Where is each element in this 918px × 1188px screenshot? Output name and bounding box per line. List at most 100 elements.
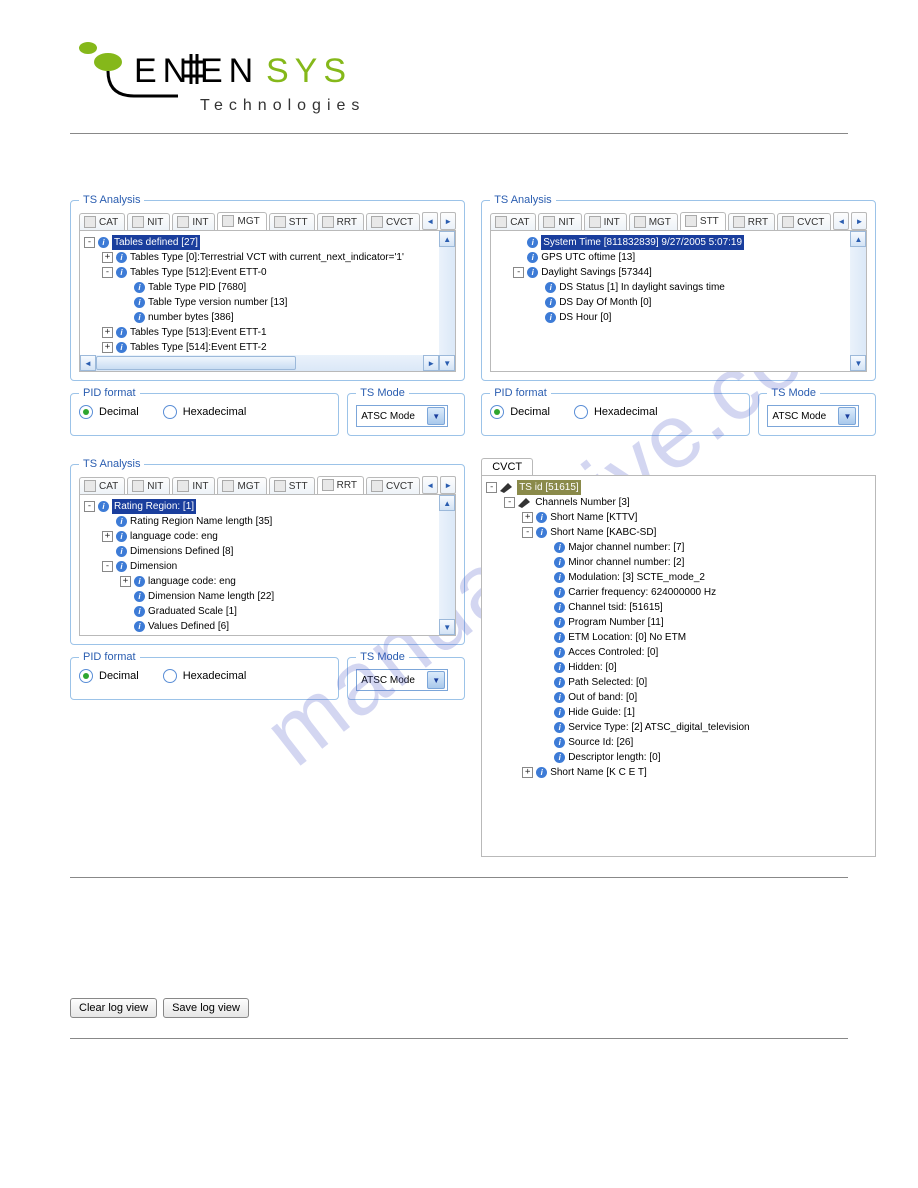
ts-mode-select[interactable]: ATSC Mode ▼ [767,405,859,427]
tree-node[interactable]: Tables Type [512]:Event ETT-0 [130,265,267,280]
scroll-left-icon[interactable]: ◄ [80,355,96,371]
scroll-up-icon[interactable]: ▲ [850,231,866,247]
tab-rrt[interactable]: RRT [317,476,364,494]
tabs-scroll-right[interactable]: ► [440,212,456,230]
vertical-scrollbar[interactable]: ▲ ▼ [850,231,866,371]
tab-mgt[interactable]: MGT [217,477,266,494]
tree-node[interactable]: Tables Type [514]:Event ETT-2 [130,340,267,355]
tab-rrt[interactable]: RRT [728,213,775,230]
tree-node[interactable]: TS id [51615] [517,480,580,495]
tree-node[interactable]: Table Type version number [13] [148,295,287,310]
tree-node[interactable]: Tables defined [27] [112,235,200,250]
tree-node[interactable]: System Time [811832839] 9/27/2005 5:07:1… [541,235,744,250]
tab-int[interactable]: INT [172,477,215,494]
collapse-icon[interactable]: - [84,501,95,512]
tab-mgt[interactable]: MGT [629,213,678,230]
tabs-scroll-left[interactable]: ◄ [422,212,438,230]
tree-node[interactable]: Short Name [KABC-SD] [550,525,656,540]
scroll-thumb[interactable] [96,356,296,370]
collapse-icon[interactable]: - [102,267,113,278]
tree-node[interactable]: Dimensions Defined [8] [130,544,233,559]
tree-node[interactable]: DS Day Of Month [0] [559,295,651,310]
scroll-right-icon[interactable]: ► [423,355,439,371]
tree-node[interactable]: Modulation: [3] SCTE_mode_2 [568,570,705,585]
tree-node[interactable]: Values Defined [6] [148,619,229,634]
tree-node[interactable]: Path Selected: [0] [568,675,647,690]
tab-rrt[interactable]: RRT [317,213,364,230]
tree-node[interactable]: DS Status [1] In daylight savings time [559,280,725,295]
scroll-up-icon[interactable]: ▲ [439,495,455,511]
tab-cvct[interactable]: CVCT [366,213,420,230]
tab-nit[interactable]: NIT [127,213,170,230]
tree-node[interactable]: language code: eng [130,529,218,544]
expand-icon[interactable]: + [102,531,113,542]
expand-icon[interactable]: + [102,252,113,263]
tree-node[interactable]: GPS UTC oftime [13] [541,250,635,265]
collapse-icon[interactable]: - [513,267,524,278]
tree-node[interactable]: Carrier frequency: 624000000 Hz [568,585,716,600]
tree-node[interactable]: Tables Type [513]:Event ETT-1 [130,325,267,340]
tab-cvct[interactable]: CVCT [366,477,420,494]
expand-icon[interactable]: + [120,576,131,587]
tree-node[interactable]: Channels Number [3] [535,495,630,510]
tree-node[interactable]: DS Hour [0] [559,310,611,325]
vertical-scrollbar[interactable]: ▲ ▼ [439,231,455,371]
expand-icon[interactable]: + [102,342,113,353]
tree-node[interactable]: Program Number [11] [568,615,663,630]
tree-node[interactable]: Rating Region: [1] [112,499,196,514]
tab-cat[interactable]: CAT [490,213,536,230]
collapse-icon[interactable]: - [84,237,95,248]
tab-cvct[interactable]: CVCT [481,458,533,475]
tab-cat[interactable]: CAT [79,477,125,494]
horizontal-scrollbar[interactable]: ◄ ► [80,355,439,371]
tree-node[interactable]: Short Name [K C E T] [550,765,647,780]
tab-cvct[interactable]: CVCT [777,213,831,230]
tree-node[interactable]: number bytes [386] [148,310,234,325]
clear-log-button[interactable]: Clear log view [70,998,157,1018]
expand-icon[interactable]: + [522,767,533,778]
collapse-icon[interactable]: - [504,497,515,508]
collapse-icon[interactable]: - [486,482,497,493]
vertical-scrollbar[interactable]: ▲ ▼ [439,495,455,635]
tree-node[interactable]: Table Type PID [7680] [148,280,246,295]
tab-mgt[interactable]: MGT [217,212,266,230]
tree-node[interactable]: Dimension [130,559,177,574]
radio-hexadecimal[interactable] [163,669,177,683]
scroll-up-icon[interactable]: ▲ [439,231,455,247]
tree-node[interactable]: Acces Controled: [0] [568,645,658,660]
collapse-icon[interactable]: - [102,561,113,572]
tree-node[interactable]: Source Id: [26] [568,735,633,750]
expand-icon[interactable]: + [102,327,113,338]
tree-node[interactable]: Hidden: [0] [568,660,616,675]
tab-nit[interactable]: NIT [538,213,581,230]
tab-cat[interactable]: CAT [79,213,125,230]
tree-node[interactable]: Graduated Scale [1] [148,604,237,619]
tree-node[interactable]: Rating Region Name length [35] [130,514,272,529]
save-log-button[interactable]: Save log view [163,998,249,1018]
ts-mode-select[interactable]: ATSC Mode ▼ [356,669,448,691]
tab-stt[interactable]: STT [269,477,315,494]
tree-node[interactable]: Channel tsid: [51615] [568,600,663,615]
tabs-scroll-left[interactable]: ◄ [422,476,438,494]
tabs-scroll-left[interactable]: ◄ [833,212,849,230]
tab-stt[interactable]: STT [269,213,315,230]
tabs-scroll-right[interactable]: ► [440,476,456,494]
tree-node[interactable]: Hide Guide: [1] [568,705,635,720]
scroll-down-icon[interactable]: ▼ [439,355,455,371]
tree-node[interactable]: language code: eng [148,574,236,589]
tree-node[interactable]: Service Type: [2] ATSC_digital_televisio… [568,720,749,735]
tree-node[interactable]: Dimension Name length [22] [148,589,274,604]
radio-decimal[interactable] [490,405,504,419]
collapse-icon[interactable]: - [522,527,533,538]
tree-node[interactable]: Out of band: [0] [568,690,637,705]
radio-hexadecimal[interactable] [163,405,177,419]
expand-icon[interactable]: + [522,512,533,523]
tabs-scroll-right[interactable]: ► [851,212,867,230]
ts-mode-select[interactable]: ATSC Mode ▼ [356,405,448,427]
scroll-down-icon[interactable]: ▼ [439,619,455,635]
tree-node[interactable]: Tables Type [0]:Terrestrial VCT with cur… [130,250,404,265]
tree-node[interactable]: Descriptor length: [0] [568,750,660,765]
radio-hexadecimal[interactable] [574,405,588,419]
tree-node[interactable]: Major channel number: [7] [568,540,684,555]
tree-node[interactable]: Daylight Savings [57344] [541,265,652,280]
